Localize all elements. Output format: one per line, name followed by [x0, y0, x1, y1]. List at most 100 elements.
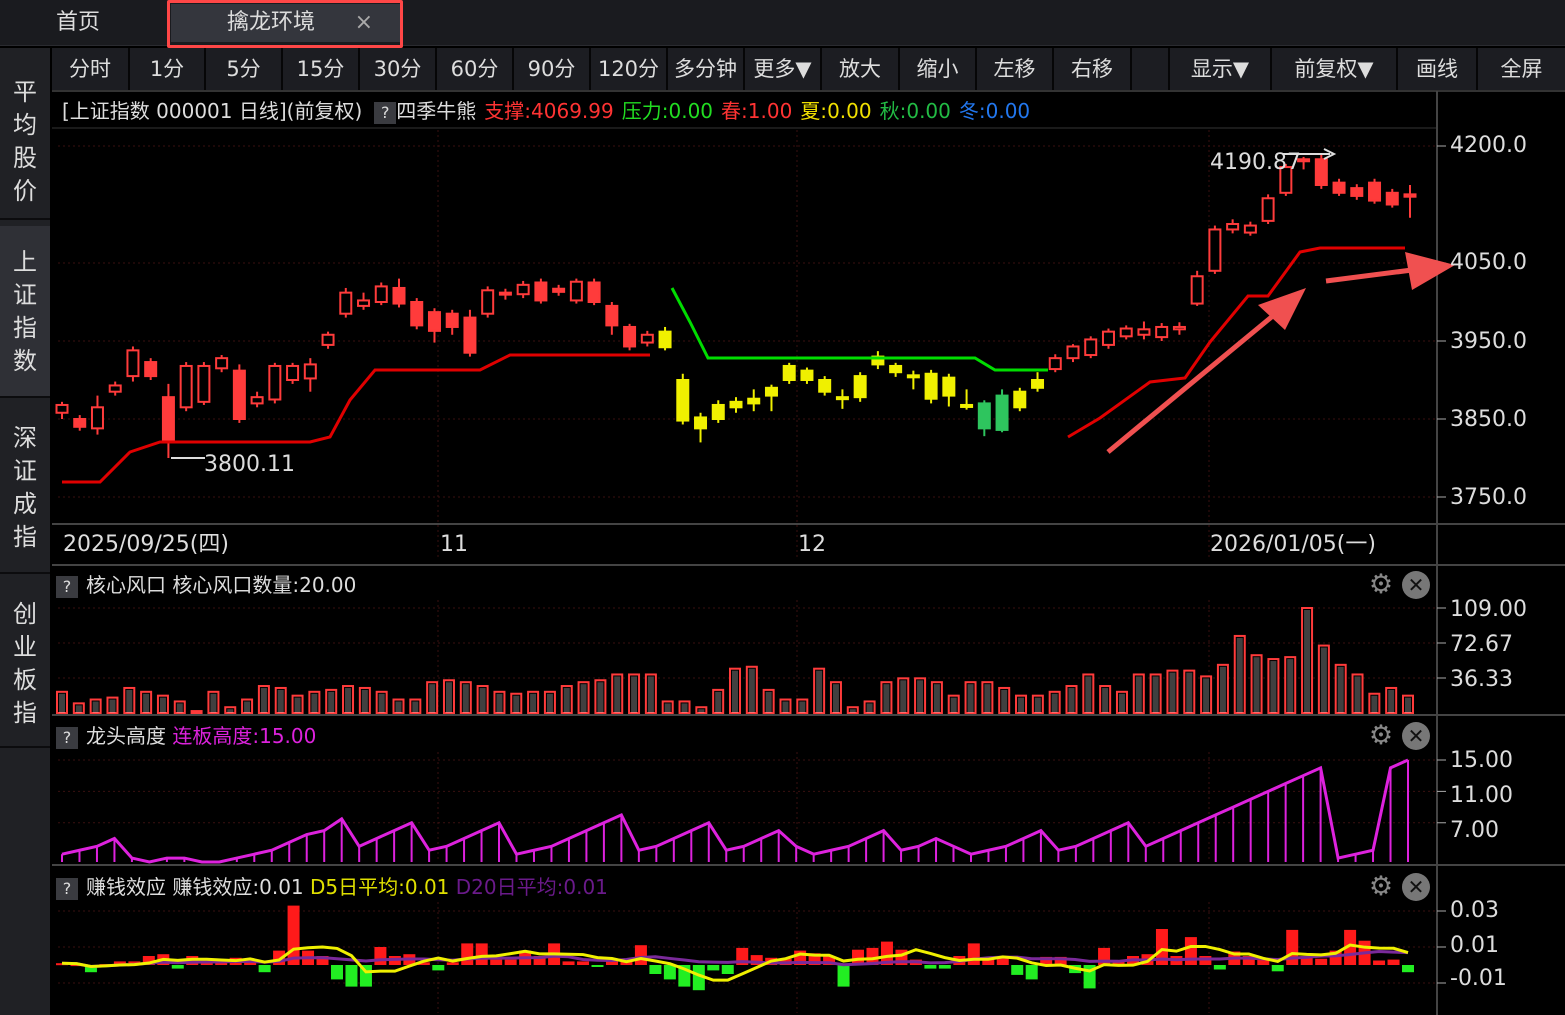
bar-highlight [1219, 666, 1226, 713]
d5-label: D5日平均: [310, 875, 405, 899]
candle [1172, 325, 1186, 331]
bar-highlight [1018, 697, 1025, 713]
gear-icon[interactable]: ⚙ [1367, 722, 1395, 750]
chart-canvas[interactable] [0, 0, 1565, 1015]
y-tick-label: 0.03 [1450, 898, 1499, 923]
bar-highlight [361, 689, 368, 713]
date-label: 2025/09/25(四) [63, 532, 229, 557]
date-label: 2026/01/05(一) [1210, 532, 1376, 557]
panel-name: 赚钱效应 [86, 875, 166, 899]
candle [1190, 275, 1204, 305]
bar-highlight [513, 695, 520, 713]
bar [190, 710, 203, 714]
candle [1332, 181, 1346, 194]
bar [287, 905, 300, 965]
y-tick-label: 36.33 [1450, 667, 1513, 692]
winter-value: 0.00 [985, 99, 1031, 123]
bar-highlight [664, 703, 671, 713]
bar-highlight [631, 676, 638, 713]
bar-highlight [782, 701, 789, 713]
candle [303, 363, 317, 380]
candle [1084, 338, 1098, 357]
panel-value-label: 核心风口数量: [172, 573, 300, 597]
y-tick-label: 11.00 [1450, 783, 1513, 808]
candle [392, 286, 406, 305]
bar-highlight [1371, 695, 1378, 713]
bar-highlight [445, 682, 452, 713]
low-annotation: 3800.11 [204, 452, 295, 477]
candle [747, 397, 761, 405]
bar-highlight [109, 699, 116, 713]
bar [721, 965, 734, 974]
bar-highlight [345, 688, 352, 713]
bar-highlight [59, 693, 65, 713]
main-chart-header: [上证指数 000001 日线](前复权)? 四季牛熊 支撑:4069.99 压力:0… [62, 96, 1030, 126]
bar [562, 961, 575, 965]
candle [676, 379, 690, 422]
candle [782, 364, 796, 381]
candle [640, 333, 654, 344]
red-arrow [1106, 308, 1282, 454]
bar-highlight [614, 676, 621, 713]
candle [605, 304, 619, 327]
bar-highlight [1102, 688, 1109, 713]
candle [215, 357, 229, 370]
bar-highlight [563, 688, 570, 713]
high-annotation: 4190.87 [1210, 150, 1301, 175]
bar-highlight [395, 701, 402, 713]
gear-icon[interactable]: ⚙ [1367, 571, 1395, 599]
help-icon[interactable]: ? [56, 726, 78, 749]
gear-icon[interactable]: ⚙ [1367, 873, 1395, 901]
bar-highlight [967, 684, 974, 713]
bar [490, 959, 503, 965]
candle [108, 384, 122, 393]
bar [258, 965, 271, 973]
bar [577, 961, 590, 965]
help-icon[interactable]: ? [374, 101, 397, 124]
close-icon[interactable]: ✕ [1402, 571, 1430, 599]
bar-highlight [530, 693, 537, 713]
bar-highlight [647, 676, 654, 713]
candle [853, 375, 867, 399]
d5-value: 0.01 [404, 875, 450, 899]
candle [1013, 390, 1027, 409]
bar-highlight [1203, 678, 1210, 713]
candle [516, 283, 530, 296]
bar-highlight [984, 684, 991, 713]
candle [587, 281, 601, 303]
candle [161, 396, 175, 444]
bar-highlight [429, 684, 436, 713]
summer-label: 夏: [800, 99, 828, 123]
candle [569, 280, 583, 302]
bar-highlight [597, 682, 604, 713]
bar [649, 965, 662, 974]
bar-highlight [126, 689, 133, 713]
candle [90, 406, 104, 430]
bar-highlight [1253, 657, 1260, 713]
bar-highlight [1085, 676, 1092, 713]
bar-highlight [1354, 676, 1361, 713]
bar-highlight [1304, 610, 1311, 713]
candle [1314, 158, 1328, 186]
bar [1373, 960, 1386, 965]
help-icon[interactable]: ? [56, 575, 78, 598]
close-icon[interactable]: ✕ [1402, 722, 1430, 750]
bar-highlight [1270, 661, 1277, 713]
close-icon[interactable]: ✕ [1402, 873, 1430, 901]
security-title: [上证指数 000001 日线] [62, 99, 287, 123]
bar-highlight [580, 684, 587, 713]
candle [73, 418, 87, 428]
winter-label: 冬: [958, 99, 986, 123]
panel-value: 20.00 [299, 573, 357, 597]
y-tick-label: 4200.0 [1450, 133, 1527, 158]
bar-highlight [328, 691, 335, 713]
d20-label: D20日平均: [455, 875, 564, 899]
candle [552, 287, 566, 293]
dragon-height-line [61, 758, 1409, 864]
candle [711, 403, 725, 420]
candle [694, 416, 708, 430]
bar [1213, 965, 1226, 970]
candle [427, 311, 441, 332]
help-icon[interactable]: ? [56, 877, 78, 900]
bar-highlight [311, 693, 318, 713]
